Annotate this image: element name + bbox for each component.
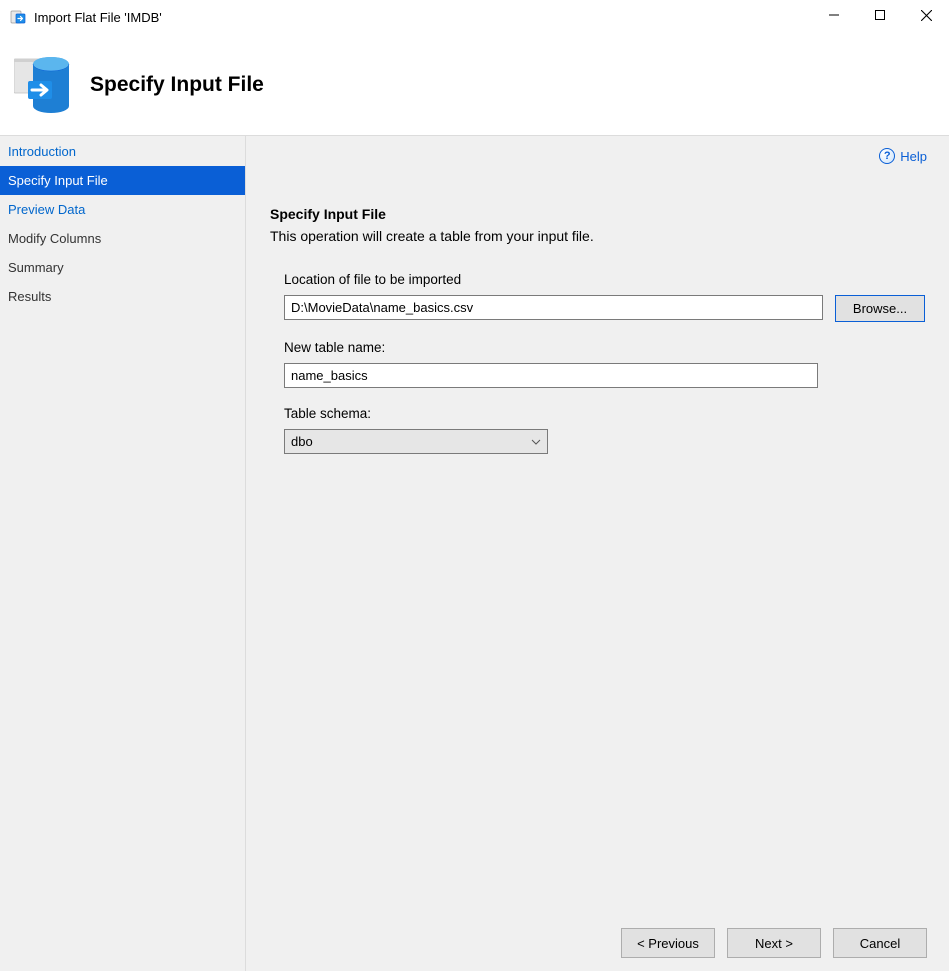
help-link[interactable]: ? Help	[879, 148, 927, 164]
window-controls	[811, 0, 949, 34]
file-group: Location of file to be imported Browse..…	[270, 272, 925, 322]
next-button[interactable]: Next >	[727, 928, 821, 958]
help-icon: ?	[879, 148, 895, 164]
help-label: Help	[900, 149, 927, 164]
form-description: This operation will create a table from …	[270, 228, 925, 244]
file-label: Location of file to be imported	[284, 272, 925, 287]
header: Specify Input File	[0, 34, 949, 136]
file-path-input[interactable]	[284, 295, 823, 320]
page-title: Specify Input File	[90, 73, 264, 97]
schema-group: Table schema: dbo	[270, 406, 925, 454]
sidebar-item-modify-columns[interactable]: Modify Columns	[0, 224, 245, 253]
table-name-group: New table name:	[270, 340, 925, 388]
form-heading: Specify Input File	[270, 206, 925, 222]
table-name-label: New table name:	[284, 340, 925, 355]
maximize-button[interactable]	[857, 0, 903, 30]
previous-button[interactable]: < Previous	[621, 928, 715, 958]
table-name-input[interactable]	[284, 363, 818, 388]
sidebar-item-summary[interactable]: Summary	[0, 253, 245, 282]
main: Introduction Specify Input File Preview …	[0, 136, 949, 971]
app-icon	[10, 9, 26, 25]
sidebar-item-introduction[interactable]: Introduction	[0, 137, 245, 166]
content-inner: Specify Input File This operation will c…	[246, 136, 949, 915]
close-button[interactable]	[903, 0, 949, 30]
chevron-down-icon	[531, 437, 541, 447]
sidebar-item-preview-data[interactable]: Preview Data	[0, 195, 245, 224]
content-pane: ? Help Specify Input File This operation…	[246, 136, 949, 971]
schema-value: dbo	[291, 434, 313, 449]
footer: < Previous Next > Cancel	[246, 915, 949, 971]
minimize-button[interactable]	[811, 0, 857, 30]
window-title: Import Flat File 'IMDB'	[34, 10, 162, 25]
wizard-icon	[14, 53, 72, 117]
cancel-button[interactable]: Cancel	[833, 928, 927, 958]
sidebar-item-results[interactable]: Results	[0, 282, 245, 311]
sidebar-item-specify-input[interactable]: Specify Input File	[0, 166, 245, 195]
schema-dropdown[interactable]: dbo	[284, 429, 548, 454]
schema-label: Table schema:	[284, 406, 925, 421]
browse-button[interactable]: Browse...	[835, 295, 925, 322]
titlebar: Import Flat File 'IMDB'	[0, 0, 949, 34]
sidebar: Introduction Specify Input File Preview …	[0, 136, 246, 971]
